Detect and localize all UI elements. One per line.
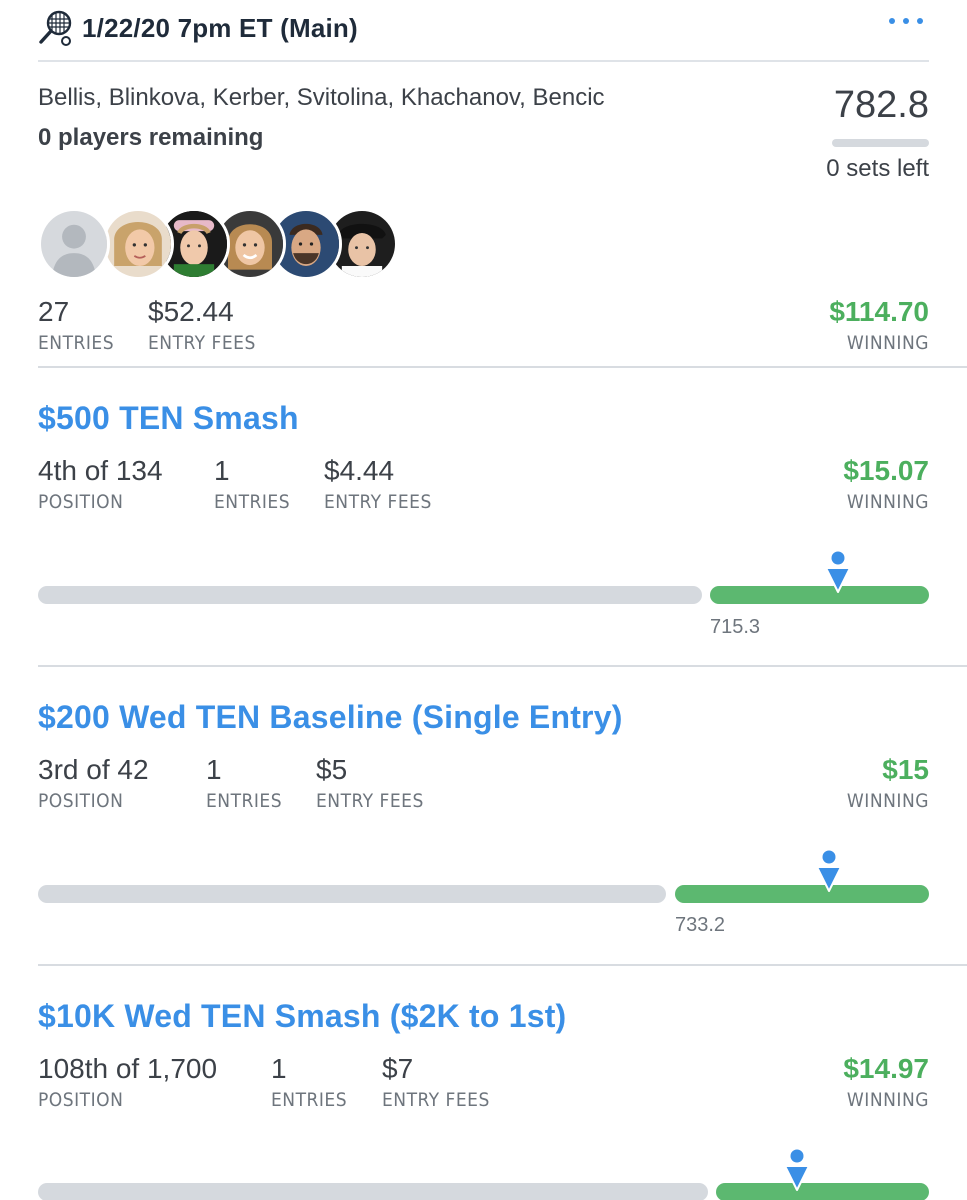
section-divider <box>38 665 967 667</box>
lineup-score: 782.8 <box>833 84 929 126</box>
more-options-button[interactable] <box>889 18 923 24</box>
standings-bar-cash <box>675 885 929 903</box>
contest-title[interactable]: $200 Wed TEN Baseline (Single Entry) <box>38 699 623 736</box>
contest-title[interactable]: $10K Wed TEN Smash ($2K to 1st) <box>38 998 566 1035</box>
contest-winning: $15.07 WINNING <box>843 455 929 513</box>
section-divider <box>38 366 967 368</box>
contest-entries: 1 ENTRIES <box>206 754 283 812</box>
player-avatar-bellis[interactable] <box>38 208 110 280</box>
user-position-marker-icon <box>784 1149 810 1191</box>
lineup-winning: $114.70 WINNING <box>829 296 929 354</box>
slate-header: 1/22/20 7pm ET (Main) <box>38 6 929 50</box>
contest-position: 3rd of 42 POSITION <box>38 754 149 812</box>
sets-progress-bar <box>832 139 929 147</box>
contest-entries: 1 ENTRIES <box>271 1053 348 1111</box>
user-position-marker-icon <box>825 551 851 593</box>
contest-entries: 1 ENTRIES <box>214 455 291 513</box>
contest-title[interactable]: $500 TEN Smash <box>38 400 299 437</box>
contest-entry-fees: $7 ENTRY FEES <box>382 1053 490 1111</box>
contest-winning: $14.97 WINNING <box>843 1053 929 1111</box>
standings-bar-out <box>38 586 702 604</box>
standings-bar-out <box>38 1183 708 1200</box>
lineup-entry-fees: $52.44 ENTRY FEES <box>148 296 256 354</box>
sets-left: 0 sets left <box>826 155 929 182</box>
contest-entry-fees: $4.44 ENTRY FEES <box>324 455 432 513</box>
contest-winning: $15 WINNING <box>846 754 929 812</box>
user-position-marker-icon <box>816 850 842 892</box>
header-divider <box>38 60 929 62</box>
section-divider <box>38 964 967 966</box>
contest-position: 108th of 1,700 POSITION <box>38 1053 218 1111</box>
player-avatar-blinkova[interactable] <box>102 208 174 280</box>
contest-entry-fees: $5 ENTRY FEES <box>316 754 424 812</box>
lineup-player-names: Bellis, Blinkova, Kerber, Svitolina, Kha… <box>38 84 605 111</box>
cash-line-score: 715.3 <box>710 616 761 638</box>
standings-bar-cash <box>716 1183 929 1200</box>
more-dots-icon <box>889 18 895 24</box>
standings-bar-out <box>38 885 666 903</box>
standings-bar-cash <box>710 586 929 604</box>
tennis-racket-icon <box>39 10 72 46</box>
lineup-entries: 27 ENTRIES <box>38 296 115 354</box>
cash-line-score: 733.2 <box>675 914 726 936</box>
contest-position: 4th of 134 POSITION <box>38 455 163 513</box>
slate-title: 1/22/20 7pm ET (Main) <box>82 12 358 43</box>
players-remaining: 0 players remaining <box>38 124 264 151</box>
